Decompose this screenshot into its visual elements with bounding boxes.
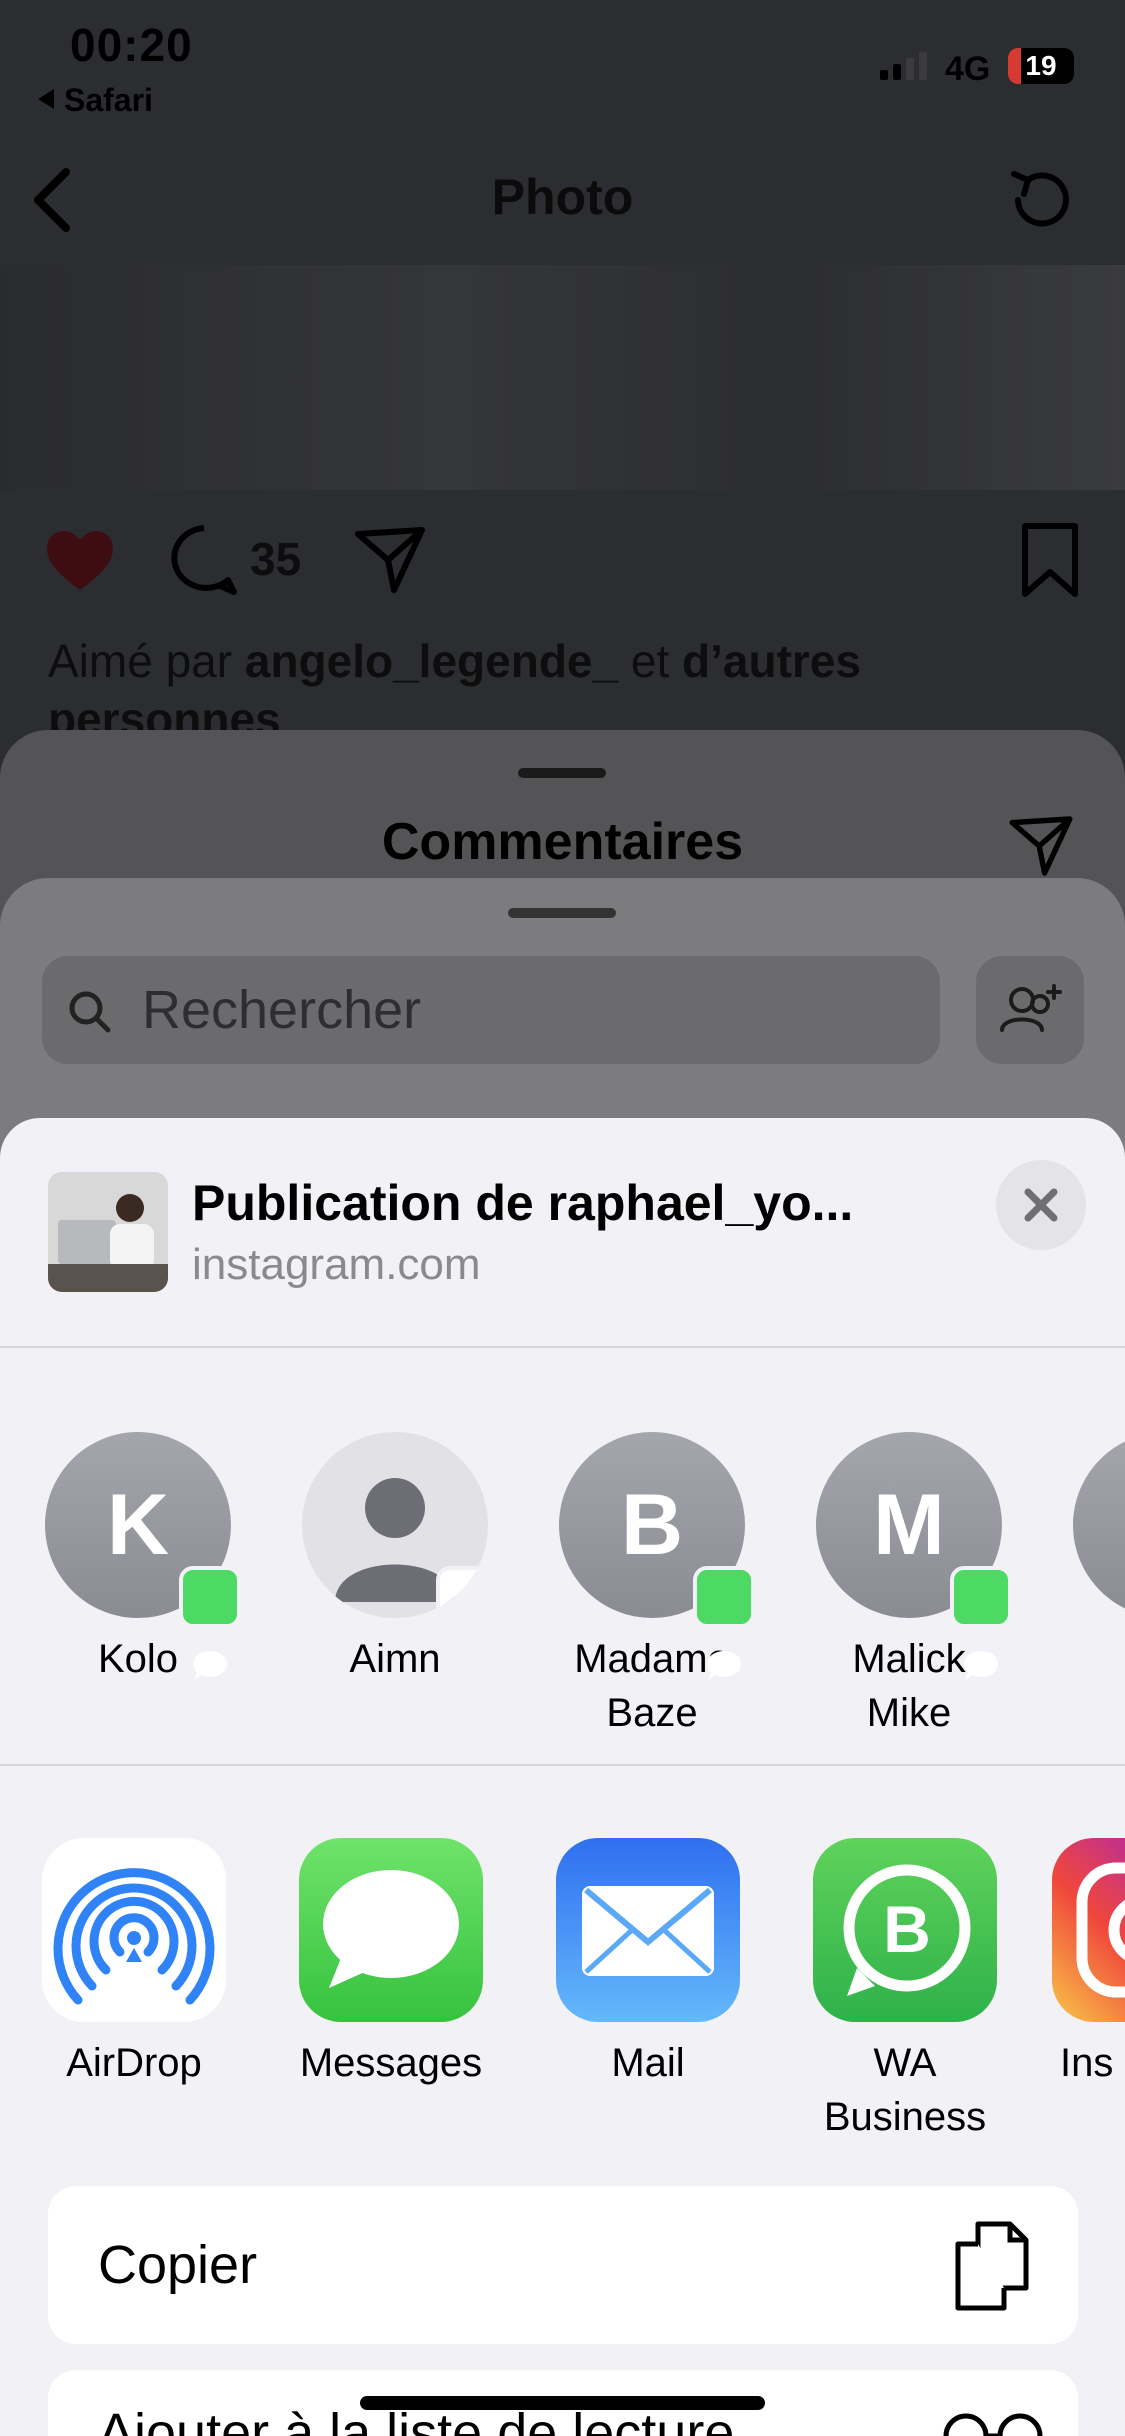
app-airdrop[interactable]: AirDrop	[24, 1838, 244, 2090]
svg-text:B: B	[883, 1892, 931, 1966]
contact-name: Aimn	[349, 1637, 441, 1681]
send-icon[interactable]	[1005, 810, 1077, 882]
comments-title: Commentaires	[381, 813, 744, 871]
whatsapp-business-icon: B	[813, 1838, 997, 2022]
contact-madame-baze[interactable]: B Madame Baze	[552, 1432, 755, 1740]
status-bar: 00:20 Safari 4G 19	[0, 0, 1125, 140]
airdrop-icon	[42, 1838, 226, 2022]
post-thumbnail	[48, 1172, 168, 1292]
battery-icon: 19	[1008, 48, 1074, 84]
app-label: AirDrop	[66, 2041, 202, 2085]
messages-badge-icon	[179, 1566, 241, 1680]
back-triangle-icon	[38, 89, 54, 109]
app-instagram[interactable]: Ins	[1052, 1838, 1125, 2090]
liked-by-user[interactable]: angelo_legende_	[245, 635, 618, 687]
app-label: Messages	[299, 2041, 483, 2085]
copy-icon	[955, 2221, 1029, 2311]
contact-malick-mike[interactable]: M Malick Mike	[809, 1432, 1012, 1740]
mail-icon	[556, 1838, 740, 2022]
copy-label: Copier	[98, 2235, 258, 2295]
comments-sheet-grabber[interactable]	[518, 768, 606, 778]
comment-count: 35	[250, 533, 302, 585]
network-type: 4G	[945, 50, 991, 88]
app-messages[interactable]: Messages	[281, 1838, 501, 2090]
thumbnail-image	[48, 1172, 168, 1292]
app-mail[interactable]: Mail	[538, 1838, 758, 2090]
contact-partial[interactable]	[1066, 1432, 1125, 1618]
liked-by-prefix: Aimé par	[48, 635, 245, 687]
bookmark-icon[interactable]	[1015, 520, 1085, 600]
share-header: Publication de raphael_yo... instagram.c…	[0, 1118, 1125, 1346]
liked-by-mid: et	[618, 635, 683, 687]
contact-initial: M	[873, 1477, 945, 1573]
contact-initial: K	[106, 1477, 170, 1573]
glasses-icon	[943, 2413, 1043, 2436]
instagram-icon	[1052, 1838, 1125, 2022]
contact-avatar: B	[559, 1432, 755, 1680]
heart-icon[interactable]	[40, 520, 120, 600]
app-wa-business[interactable]: B WA Business	[795, 1838, 1015, 2144]
messages-icon	[299, 1838, 483, 2022]
contact-kolo[interactable]: K Kolo	[38, 1432, 241, 1686]
add-people-button[interactable]	[976, 956, 1084, 1064]
battery-level: 19	[1025, 50, 1057, 81]
search-input[interactable]	[142, 956, 922, 1064]
apps-row: AirDrop Messages Mail B WA Business Ins	[0, 1838, 1125, 2158]
search-field[interactable]	[42, 956, 940, 1064]
copy-action[interactable]: Copier	[48, 2186, 1078, 2344]
add-people-icon	[1000, 984, 1062, 1032]
app-label: WA Business	[823, 2041, 987, 2139]
refresh-icon[interactable]	[1000, 160, 1080, 240]
share-title: Publication de raphael_yo...	[192, 1175, 854, 1231]
app-label: Ins	[1060, 2041, 1114, 2085]
contact-avatar: K	[45, 1432, 241, 1680]
share-subtitle: instagram.com	[192, 1240, 481, 1289]
divider	[0, 1764, 1125, 1766]
messages-badge-icon	[950, 1566, 1012, 1680]
contact-initial: B	[620, 1477, 684, 1573]
home-indicator	[360, 2396, 765, 2410]
status-time: 00:20	[70, 19, 193, 71]
contact-avatar	[302, 1432, 488, 1618]
ios-share-sheet: Publication de raphael_yo... instagram.c…	[0, 1118, 1125, 2436]
back-to-safari-link[interactable]: Safari	[38, 82, 153, 119]
contact-aimn[interactable]: Aimn	[295, 1432, 495, 1686]
photo-header: Photo	[0, 140, 1125, 265]
search-icon	[69, 991, 111, 1033]
share-icon[interactable]	[350, 520, 430, 600]
post-action-bar: 35	[0, 520, 1125, 600]
back-app-label: Safari	[64, 82, 153, 118]
send-sheet-grabber[interactable]	[508, 908, 616, 918]
close-button[interactable]	[996, 1160, 1086, 1250]
page-title: Photo	[491, 169, 634, 225]
close-icon	[1024, 1188, 1058, 1222]
contact-avatar	[1073, 1432, 1125, 1618]
messenger-badge-icon	[436, 1566, 488, 1618]
contact-avatar: M	[816, 1432, 1012, 1680]
app-label: Mail	[611, 2041, 685, 2085]
post-photo[interactable]	[0, 265, 1125, 490]
comment-icon[interactable]	[164, 520, 244, 600]
contacts-row: K Kolo Aimn B Madame Baze M Malick Mike	[0, 1348, 1125, 1753]
cellular-signal-icon	[880, 52, 927, 80]
messages-badge-icon	[693, 1566, 755, 1680]
